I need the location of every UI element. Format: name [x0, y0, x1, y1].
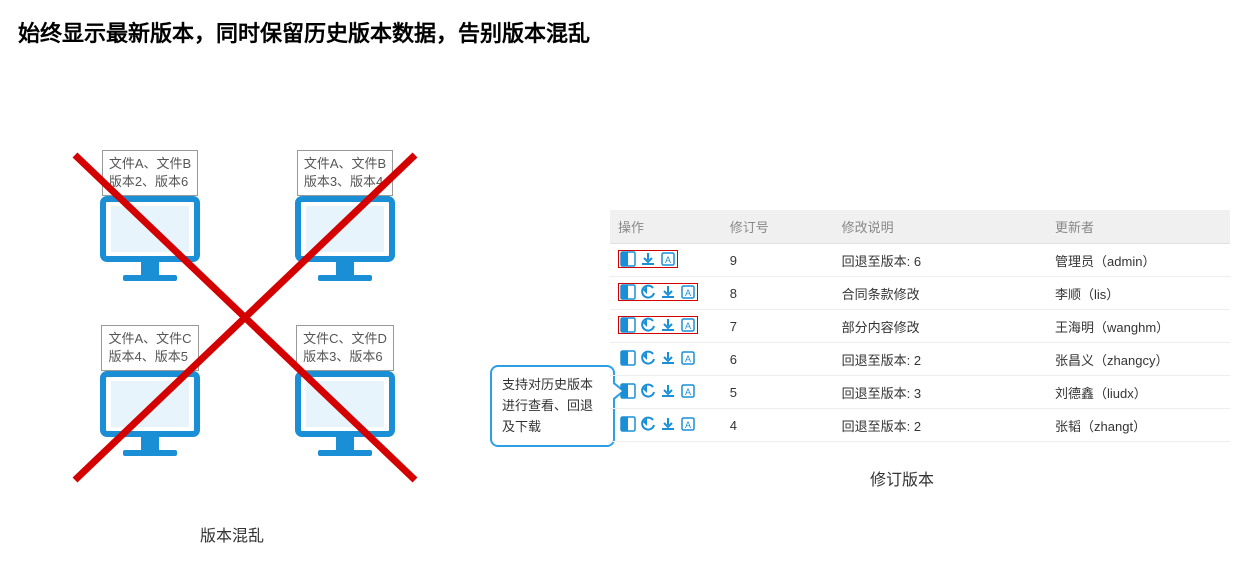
station-line2: 版本4、版本5 [108, 349, 187, 364]
download-icon[interactable] [660, 284, 676, 300]
cell-updater: 张昌义（zhangcy） [1047, 343, 1230, 376]
view-icon[interactable] [620, 284, 636, 300]
cell-desc: 部分内容修改 [834, 310, 1047, 343]
station-label: 文件C、文件D 版本3、版本6 [296, 325, 394, 371]
col-header-updater: 更新者 [1047, 210, 1230, 244]
revert-icon[interactable] [640, 350, 656, 366]
view-icon[interactable] [620, 416, 636, 432]
table-row: A 9回退至版本: 6管理员（admin） [610, 244, 1230, 277]
monitor-icon [70, 369, 230, 469]
properties-icon[interactable]: A [680, 350, 696, 366]
version-table-panel: 操作 修订号 修改说明 更新者 A 9回退至版本: 6管理员（admin） A 8合同… [610, 210, 1230, 442]
station-label: 文件A、文件C 版本4、版本5 [101, 325, 198, 371]
cell-updater: 王海明（wanghm） [1047, 310, 1230, 343]
cell-rev: 9 [722, 244, 834, 277]
cell-desc: 回退至版本: 6 [834, 244, 1047, 277]
version-chaos-panel: 文件A、文件B 版本2、版本6 文件A、文件B 版本3、版本4 [70, 150, 430, 510]
cell-updater: 张韬（zhangt） [1047, 409, 1230, 442]
table-row: A 5回退至版本: 3刘德鑫（liudx） [610, 376, 1230, 409]
table-row: A 7部分内容修改王海明（wanghm） [610, 310, 1230, 343]
station-label: 文件A、文件B 版本3、版本4 [297, 150, 393, 196]
monitor-icon [265, 194, 425, 294]
monitor-grid: 文件A、文件B 版本2、版本6 文件A、文件B 版本3、版本4 [70, 150, 430, 480]
properties-icon[interactable]: A [680, 416, 696, 432]
cell-rev: 6 [722, 343, 834, 376]
cell-updater: 管理员（admin） [1047, 244, 1230, 277]
svg-text:A: A [685, 387, 691, 397]
download-icon[interactable] [660, 350, 676, 366]
svg-text:A: A [685, 321, 691, 331]
station-4: 文件C、文件D 版本3、版本6 [265, 325, 425, 469]
row-ops: A [618, 415, 698, 433]
cell-rev: 7 [722, 310, 834, 343]
version-table: 操作 修订号 修改说明 更新者 A 9回退至版本: 6管理员（admin） A 8合同… [610, 210, 1230, 442]
revert-icon[interactable] [640, 317, 656, 333]
station-label: 文件A、文件B 版本2、版本6 [102, 150, 198, 196]
download-icon[interactable] [660, 416, 676, 432]
monitor-icon [70, 194, 230, 294]
cell-desc: 回退至版本: 2 [834, 409, 1047, 442]
station-1: 文件A、文件B 版本2、版本6 [70, 150, 230, 294]
station-line2: 版本2、版本6 [109, 174, 188, 189]
col-header-desc: 修改说明 [834, 210, 1047, 244]
cell-desc: 合同条款修改 [834, 277, 1047, 310]
station-line1: 文件A、文件B [304, 156, 386, 171]
cell-desc: 回退至版本: 3 [834, 376, 1047, 409]
callout-tip: 支持对历史版本进行查看、回退及下载 [490, 365, 615, 447]
row-ops: A [618, 316, 698, 334]
table-row: A 6回退至版本: 2张昌义（zhangcy） [610, 343, 1230, 376]
view-icon[interactable] [620, 350, 636, 366]
download-icon[interactable] [660, 383, 676, 399]
svg-text:A: A [685, 354, 691, 364]
cell-rev: 4 [722, 409, 834, 442]
cell-updater: 李顺（lis） [1047, 277, 1230, 310]
table-row: A 4回退至版本: 2张韬（zhangt） [610, 409, 1230, 442]
row-ops: A [618, 382, 698, 400]
monitor-icon [265, 369, 425, 469]
row-ops: A [618, 250, 678, 268]
revert-icon[interactable] [640, 284, 656, 300]
row-ops: A [618, 349, 698, 367]
cell-rev: 5 [722, 376, 834, 409]
station-2: 文件A、文件B 版本3、版本4 [265, 150, 425, 294]
station-line2: 版本3、版本6 [303, 349, 382, 364]
svg-text:A: A [685, 288, 691, 298]
col-header-rev: 修订号 [722, 210, 834, 244]
download-icon[interactable] [640, 251, 656, 267]
station-3: 文件A、文件C 版本4、版本5 [70, 325, 230, 469]
revert-icon[interactable] [640, 416, 656, 432]
row-ops: A [618, 283, 698, 301]
svg-text:A: A [685, 420, 691, 430]
view-icon[interactable] [620, 251, 636, 267]
properties-icon[interactable]: A [680, 383, 696, 399]
cell-desc: 回退至版本: 2 [834, 343, 1047, 376]
svg-text:A: A [665, 255, 671, 265]
properties-icon[interactable]: A [660, 251, 676, 267]
table-row: A 8合同条款修改李顺（lis） [610, 277, 1230, 310]
view-icon[interactable] [620, 317, 636, 333]
cell-updater: 刘德鑫（liudx） [1047, 376, 1230, 409]
station-line1: 文件A、文件B [109, 156, 191, 171]
station-line1: 文件A、文件C [108, 331, 191, 346]
properties-icon[interactable]: A [680, 317, 696, 333]
cell-rev: 8 [722, 277, 834, 310]
view-icon[interactable] [620, 383, 636, 399]
properties-icon[interactable]: A [680, 284, 696, 300]
table-header-row: 操作 修订号 修改说明 更新者 [610, 210, 1230, 244]
revert-icon[interactable] [640, 383, 656, 399]
version-caption: 修订版本 [870, 466, 934, 490]
station-line2: 版本3、版本4 [304, 174, 383, 189]
col-header-ops: 操作 [610, 210, 722, 244]
chaos-caption: 版本混乱 [200, 522, 264, 546]
download-icon[interactable] [660, 317, 676, 333]
station-line1: 文件C、文件D [303, 331, 387, 346]
page-headline: 始终显示最新版本，同时保留历史版本数据，告别版本混乱 [18, 16, 590, 48]
